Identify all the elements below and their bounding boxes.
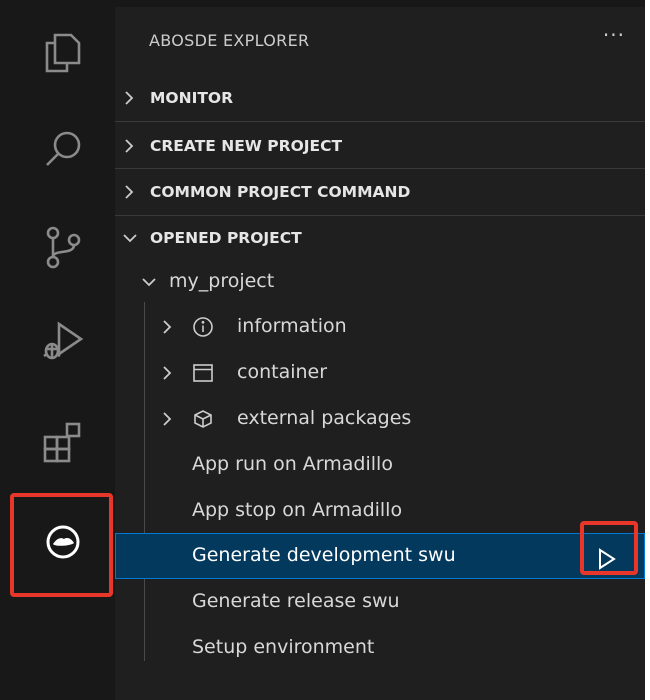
command-label: Generate release swu (192, 590, 400, 612)
command-app-run[interactable]: App run on Armadillo (115, 442, 645, 488)
command-generate-development-swu[interactable]: Generate development swu (115, 533, 645, 579)
section-label: COMMON PROJECT COMMAND (150, 183, 411, 201)
window-icon (192, 362, 214, 388)
run-debug-icon[interactable] (33, 312, 93, 372)
explorer-sidebar: ABOSDE EXPLORER ··· MONITOR CREATE NEW P… (115, 7, 645, 700)
info-icon (192, 316, 214, 342)
section-opened-project[interactable]: OPENED PROJECT (115, 217, 645, 261)
tree-item-label: my_project (169, 270, 275, 292)
command-app-stop[interactable]: App stop on Armadillo (115, 488, 645, 534)
highlight-box (580, 521, 638, 575)
command-label: App run on Armadillo (192, 453, 393, 475)
command-label: Setup environment (192, 636, 375, 658)
tree-item-label: container (237, 361, 328, 383)
tree-item-external-packages[interactable]: external packages (115, 396, 645, 442)
chevron-down-icon (140, 273, 158, 295)
sidebar-title: ABOSDE EXPLORER (149, 31, 310, 50)
section-label: MONITOR (150, 89, 234, 107)
divider (115, 121, 645, 122)
command-setup-environment[interactable]: Setup environment (115, 625, 645, 671)
chevron-right-icon (159, 364, 175, 386)
section-monitor[interactable]: MONITOR (115, 77, 645, 121)
tree-item-label: information (237, 315, 347, 337)
chevron-right-icon (121, 137, 137, 159)
package-icon (192, 408, 214, 434)
command-label: App stop on Armadillo (192, 499, 403, 521)
divider (115, 215, 645, 216)
chevron-right-icon (121, 183, 137, 205)
source-control-icon[interactable] (33, 217, 93, 277)
vscode-window: ABOSDE EXPLORER ··· MONITOR CREATE NEW P… (0, 0, 645, 700)
files-icon[interactable] (33, 22, 93, 82)
divider (115, 168, 645, 169)
tree-item-label: external packages (237, 407, 412, 429)
section-label: CREATE NEW PROJECT (150, 137, 343, 155)
section-label: OPENED PROJECT (150, 229, 302, 247)
chevron-down-icon (121, 229, 139, 251)
command-generate-release-swu[interactable]: Generate release swu (115, 579, 645, 625)
highlight-box (10, 493, 113, 597)
tree-item-project[interactable]: my_project (115, 259, 645, 305)
chevron-right-icon (159, 318, 175, 340)
command-label: Generate development swu (192, 544, 456, 566)
extensions-icon[interactable] (33, 412, 93, 472)
section-create-new-project[interactable]: CREATE NEW PROJECT (115, 125, 645, 169)
tree-item-container[interactable]: container (115, 350, 645, 396)
chevron-right-icon (159, 410, 175, 432)
tree-item-information[interactable]: information (115, 304, 645, 350)
search-icon[interactable] (33, 119, 93, 179)
more-actions-icon[interactable]: ··· (603, 23, 625, 47)
chevron-right-icon (121, 89, 137, 111)
section-common-project-command[interactable]: COMMON PROJECT COMMAND (115, 171, 645, 215)
